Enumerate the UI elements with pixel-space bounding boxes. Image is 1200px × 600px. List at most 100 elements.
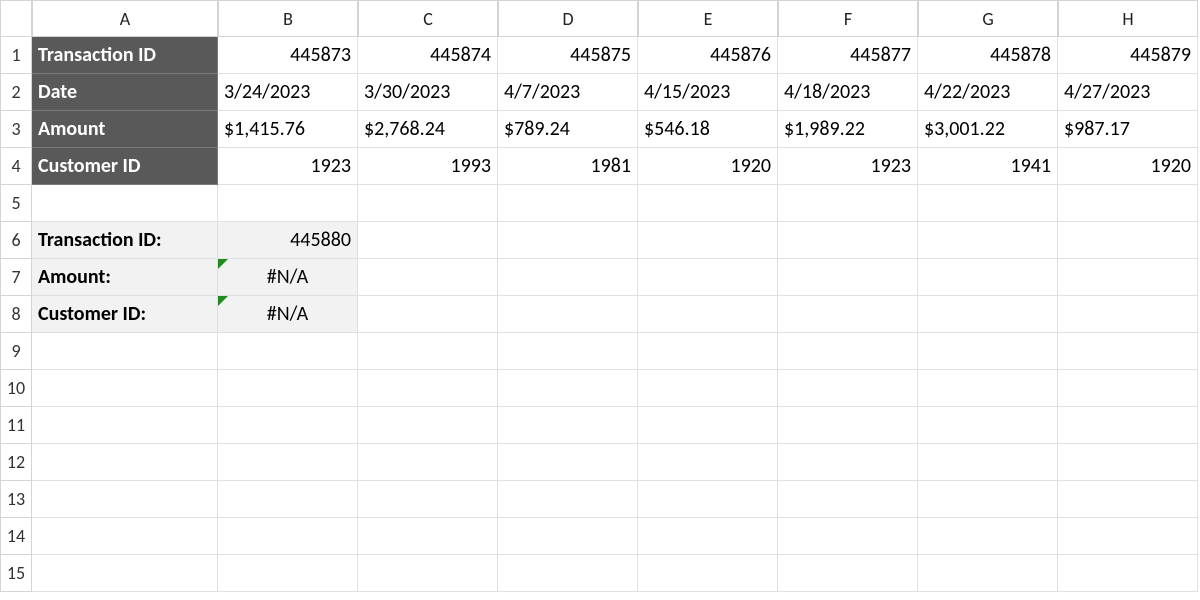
cell-E7[interactable] <box>638 259 778 296</box>
lookup-label-transactionid[interactable]: Transaction ID: <box>32 222 218 259</box>
cell-C14[interactable] <box>358 518 498 555</box>
row-label-r3[interactable]: Amount <box>32 111 218 148</box>
cell-F6[interactable] <box>778 222 918 259</box>
column-header-E[interactable]: E <box>638 0 778 37</box>
cell-B9[interactable] <box>218 333 358 370</box>
cell-H10[interactable] <box>1058 370 1198 407</box>
row-header-1[interactable]: 1 <box>0 37 32 74</box>
cell-A14[interactable] <box>32 518 218 555</box>
cell-H15[interactable] <box>1058 555 1198 592</box>
cell-H4[interactable]: 1920 <box>1058 148 1198 185</box>
column-header-H[interactable]: H <box>1058 0 1198 37</box>
cell-B1[interactable]: 445873 <box>218 37 358 74</box>
row-header-4[interactable]: 4 <box>0 148 32 185</box>
cell-B11[interactable] <box>218 407 358 444</box>
cell-C9[interactable] <box>358 333 498 370</box>
row-header-12[interactable]: 12 <box>0 444 32 481</box>
cell-G3[interactable]: $3,001.22 <box>918 111 1058 148</box>
column-header-A[interactable]: A <box>32 0 218 37</box>
cell-G5[interactable] <box>918 185 1058 222</box>
cell-D8[interactable] <box>498 296 638 333</box>
cell-H7[interactable] <box>1058 259 1198 296</box>
cell-H9[interactable] <box>1058 333 1198 370</box>
cell-G14[interactable] <box>918 518 1058 555</box>
row-header-8[interactable]: 8 <box>0 296 32 333</box>
cell-A5[interactable] <box>32 185 218 222</box>
cell-D3[interactable]: $789.24 <box>498 111 638 148</box>
cell-F12[interactable] <box>778 444 918 481</box>
lookup-value-customerid[interactable]: #N/A <box>218 296 358 333</box>
row-header-6[interactable]: 6 <box>0 222 32 259</box>
cell-F15[interactable] <box>778 555 918 592</box>
cell-B12[interactable] <box>218 444 358 481</box>
lookup-label-customerid[interactable]: Customer ID: <box>32 296 218 333</box>
cell-F3[interactable]: $1,989.22 <box>778 111 918 148</box>
cell-E10[interactable] <box>638 370 778 407</box>
cell-C15[interactable] <box>358 555 498 592</box>
cell-A12[interactable] <box>32 444 218 481</box>
cell-G1[interactable]: 445878 <box>918 37 1058 74</box>
cell-F8[interactable] <box>778 296 918 333</box>
lookup-label-amount[interactable]: Amount: <box>32 259 218 296</box>
cell-B5[interactable] <box>218 185 358 222</box>
cell-B2[interactable]: 3/24/2023 <box>218 74 358 111</box>
cell-D5[interactable] <box>498 185 638 222</box>
cell-G6[interactable] <box>918 222 1058 259</box>
cell-D4[interactable]: 1981 <box>498 148 638 185</box>
row-header-5[interactable]: 5 <box>0 185 32 222</box>
cell-G12[interactable] <box>918 444 1058 481</box>
cell-C2[interactable]: 3/30/2023 <box>358 74 498 111</box>
row-header-9[interactable]: 9 <box>0 333 32 370</box>
cell-E6[interactable] <box>638 222 778 259</box>
cell-G4[interactable]: 1941 <box>918 148 1058 185</box>
cell-E2[interactable]: 4/15/2023 <box>638 74 778 111</box>
cell-G7[interactable] <box>918 259 1058 296</box>
row-header-10[interactable]: 10 <box>0 370 32 407</box>
row-header-3[interactable]: 3 <box>0 111 32 148</box>
select-all-corner[interactable] <box>0 0 32 37</box>
cell-B4[interactable]: 1923 <box>218 148 358 185</box>
cell-H8[interactable] <box>1058 296 1198 333</box>
row-header-11[interactable]: 11 <box>0 407 32 444</box>
cell-D10[interactable] <box>498 370 638 407</box>
cell-H1[interactable]: 445879 <box>1058 37 1198 74</box>
cell-F10[interactable] <box>778 370 918 407</box>
cell-H5[interactable] <box>1058 185 1198 222</box>
cell-A9[interactable] <box>32 333 218 370</box>
cell-F13[interactable] <box>778 481 918 518</box>
cell-E3[interactable]: $546.18 <box>638 111 778 148</box>
cell-C12[interactable] <box>358 444 498 481</box>
cell-G15[interactable] <box>918 555 1058 592</box>
cell-D15[interactable] <box>498 555 638 592</box>
cell-D1[interactable]: 445875 <box>498 37 638 74</box>
cell-F1[interactable]: 445877 <box>778 37 918 74</box>
cell-C4[interactable]: 1993 <box>358 148 498 185</box>
row-header-14[interactable]: 14 <box>0 518 32 555</box>
cell-E15[interactable] <box>638 555 778 592</box>
cell-D11[interactable] <box>498 407 638 444</box>
cell-C10[interactable] <box>358 370 498 407</box>
cell-E9[interactable] <box>638 333 778 370</box>
cell-B13[interactable] <box>218 481 358 518</box>
cell-F7[interactable] <box>778 259 918 296</box>
cell-B3[interactable]: $1,415.76 <box>218 111 358 148</box>
cell-G13[interactable] <box>918 481 1058 518</box>
row-label-r4[interactable]: Customer ID <box>32 148 218 185</box>
cell-C3[interactable]: $2,768.24 <box>358 111 498 148</box>
cell-D13[interactable] <box>498 481 638 518</box>
cell-G10[interactable] <box>918 370 1058 407</box>
cell-A13[interactable] <box>32 481 218 518</box>
cell-B14[interactable] <box>218 518 358 555</box>
cell-C1[interactable]: 445874 <box>358 37 498 74</box>
cell-E1[interactable]: 445876 <box>638 37 778 74</box>
cell-B10[interactable] <box>218 370 358 407</box>
cell-C7[interactable] <box>358 259 498 296</box>
cell-C5[interactable] <box>358 185 498 222</box>
cell-A11[interactable] <box>32 407 218 444</box>
cell-D14[interactable] <box>498 518 638 555</box>
column-header-G[interactable]: G <box>918 0 1058 37</box>
cell-D9[interactable] <box>498 333 638 370</box>
row-header-7[interactable]: 7 <box>0 259 32 296</box>
cell-D7[interactable] <box>498 259 638 296</box>
cell-C13[interactable] <box>358 481 498 518</box>
